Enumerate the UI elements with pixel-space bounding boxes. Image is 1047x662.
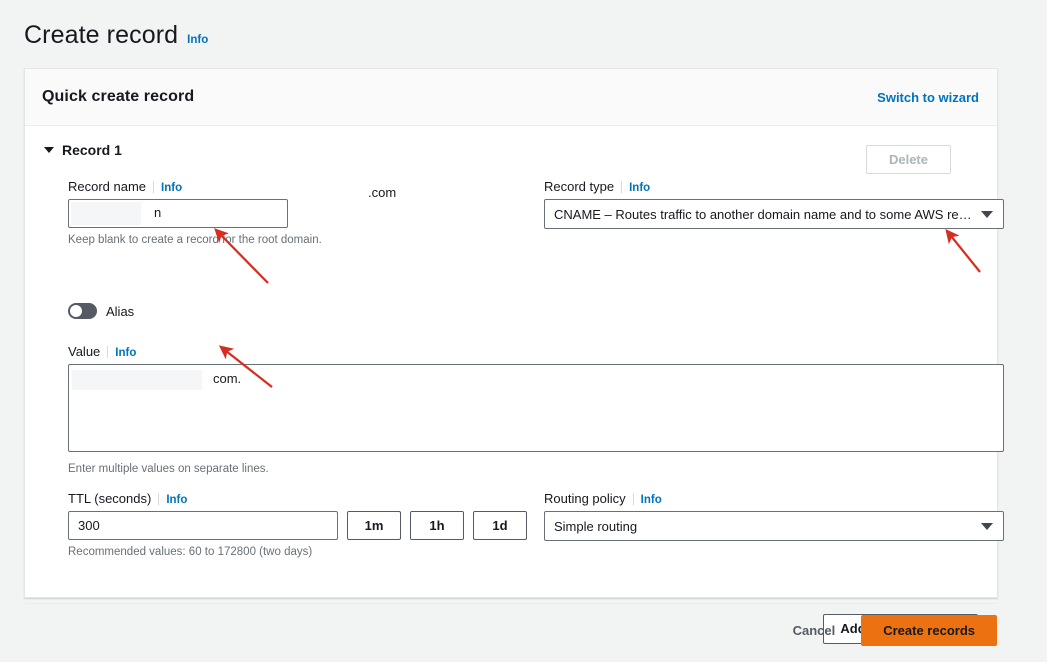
label-divider bbox=[632, 492, 634, 505]
ttl-input[interactable] bbox=[68, 511, 338, 540]
ttl-preset-1d-button[interactable]: 1d bbox=[473, 511, 527, 540]
record-name-label: Record name bbox=[68, 179, 147, 194]
record-label: Record 1 bbox=[62, 142, 122, 158]
label-divider bbox=[153, 180, 155, 193]
ttl-input-wrap bbox=[68, 511, 338, 540]
record-type-selected-value: CNAME – Routes traffic to another domain… bbox=[554, 206, 973, 222]
record-name-info-link[interactable]: Info bbox=[161, 182, 182, 194]
record-type-info-link[interactable]: Info bbox=[629, 182, 650, 194]
ttl-preset-1m-button[interactable]: 1m bbox=[347, 511, 401, 540]
toggle-knob bbox=[70, 305, 82, 317]
ttl-hint: Recommended values: 60 to 172800 (two da… bbox=[68, 546, 313, 558]
page-header: Create record Info bbox=[24, 20, 208, 50]
alias-toggle-switch[interactable] bbox=[68, 303, 97, 319]
routing-policy-selected-value: Simple routing bbox=[554, 518, 638, 534]
value-label-row: Value Info bbox=[68, 344, 1004, 359]
card-header: Quick create record Switch to wizard bbox=[25, 69, 997, 126]
cancel-button[interactable]: Cancel bbox=[767, 616, 862, 646]
ttl-label: TTL (seconds) bbox=[68, 491, 152, 506]
label-divider bbox=[107, 345, 109, 358]
delete-record-button[interactable]: Delete bbox=[865, 145, 951, 174]
record-name-value: n bbox=[154, 205, 162, 220]
alias-label: Alias bbox=[106, 303, 135, 319]
label-divider bbox=[621, 180, 623, 193]
value-field: Value Info com. Enter multiple values on… bbox=[68, 344, 1004, 477]
record-name-hint: Keep blank to create a record for the ro… bbox=[68, 234, 322, 246]
quick-create-record-card: Quick create record Switch to wizard Rec… bbox=[24, 68, 1004, 644]
value-textarea[interactable] bbox=[68, 364, 1004, 452]
value-text: com. bbox=[213, 371, 242, 386]
routing-policy-label: Routing policy bbox=[544, 491, 626, 506]
routing-policy-field: Routing policy Info Simple routing bbox=[544, 491, 1004, 541]
create-records-button[interactable]: Create records bbox=[861, 615, 997, 646]
chevron-down-icon bbox=[981, 211, 993, 218]
record-type-label: Record type bbox=[544, 179, 615, 194]
card-title: Quick create record bbox=[42, 88, 195, 105]
ttl-info-link[interactable]: Info bbox=[166, 494, 187, 506]
record-name-label-row: Record name Info bbox=[68, 179, 488, 194]
record-type-select[interactable]: CNAME – Routes traffic to another domain… bbox=[544, 199, 1004, 229]
routing-policy-select[interactable]: Simple routing bbox=[544, 511, 1004, 541]
value-textarea-wrap: com. bbox=[68, 364, 1004, 457]
label-divider bbox=[158, 492, 160, 505]
record-type-field: Record type Info CNAME – Routes traffic … bbox=[544, 179, 1004, 229]
ttl-input-row: 1m 1h 1d bbox=[68, 511, 528, 540]
record-name-input[interactable] bbox=[68, 199, 288, 228]
record-name-input-wrap: n bbox=[68, 199, 288, 228]
page-info-link[interactable]: Info bbox=[187, 34, 208, 46]
switch-to-wizard-link[interactable]: Switch to wizard bbox=[877, 90, 979, 105]
record-name-field: Record name Info n .com Keep blank to cr… bbox=[68, 179, 488, 248]
page-footer-actions: Cancel Create records bbox=[767, 615, 997, 646]
page-title: Create record bbox=[24, 21, 179, 49]
record-name-domain-suffix: .com bbox=[368, 185, 397, 200]
value-hint: Enter multiple values on separate lines. bbox=[68, 463, 269, 475]
create-record-page: Create record Info Quick create record S… bbox=[0, 0, 1047, 662]
value-label: Value bbox=[68, 344, 101, 359]
record-type-label-row: Record type Info bbox=[544, 179, 1004, 194]
alias-toggle-row[interactable]: Alias bbox=[68, 303, 134, 319]
chevron-down-icon bbox=[981, 523, 993, 530]
ttl-label-row: TTL (seconds) Info bbox=[68, 491, 528, 506]
ttl-field: TTL (seconds) Info 1m 1h 1d Recommended … bbox=[68, 491, 528, 560]
routing-policy-label-row: Routing policy Info bbox=[544, 491, 1004, 506]
record-collapse-toggle[interactable]: Record 1 bbox=[44, 142, 122, 158]
ttl-preset-1h-button[interactable]: 1h bbox=[410, 511, 464, 540]
routing-policy-info-link[interactable]: Info bbox=[641, 494, 662, 506]
record-header-row: Record 1 Delete bbox=[25, 126, 997, 179]
chevron-down-icon bbox=[44, 147, 54, 153]
value-info-link[interactable]: Info bbox=[115, 347, 136, 359]
